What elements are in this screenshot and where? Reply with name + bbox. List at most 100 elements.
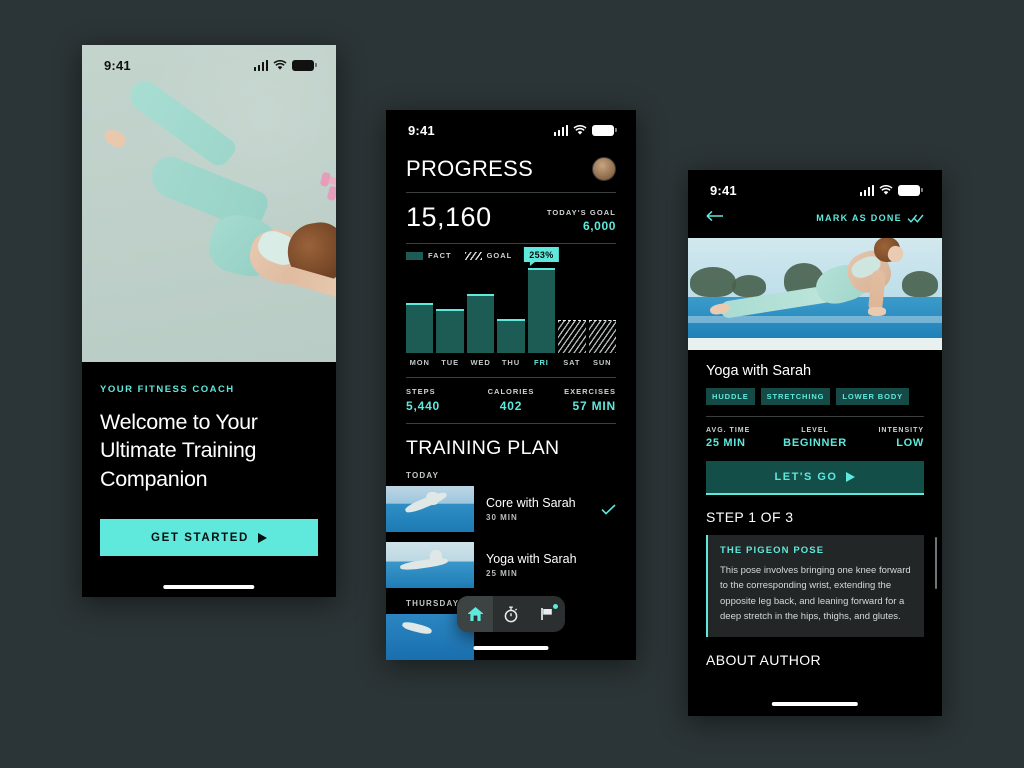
workout-name: Core with Sarah: [486, 496, 576, 510]
battery-icon: [898, 184, 923, 196]
home-indicator: [771, 702, 859, 706]
stats-row: STEPS 5,440 CALORIES 402 EXERCISES 57 MI…: [386, 378, 636, 423]
battery-icon: [292, 59, 317, 71]
tag-huddle[interactable]: HUDDLE: [706, 388, 755, 405]
chart-bar-cap: [497, 319, 525, 322]
figure-hand: [868, 307, 886, 316]
chart-x-label-thu: THU: [501, 358, 521, 368]
chart-bar-cap: [466, 293, 495, 296]
legend-item-goal: GOAL: [464, 251, 513, 260]
status-bar-time: 9:41: [710, 182, 737, 198]
bottom-navigation: [457, 596, 565, 632]
meta-label: AVG. TIME: [706, 427, 751, 434]
stat-label: CALORIES: [487, 387, 535, 397]
lets-go-label: LET'S GO: [774, 471, 838, 483]
stat-exercises: EXERCISES 57 MIN: [546, 387, 616, 413]
workout-hero-image: [688, 238, 942, 350]
hero-bush: [690, 267, 736, 298]
chart-bar-fact-region: [466, 294, 495, 354]
meta-value: BEGINNER: [783, 437, 847, 449]
list-item[interactable]: Core with Sarah 30 MIN: [386, 486, 636, 532]
arrow-left-icon: [706, 210, 723, 222]
notification-badge: [553, 604, 558, 609]
cellular-signal-icon: [253, 59, 268, 71]
wifi-icon: [879, 184, 893, 195]
play-triangle-icon: [846, 472, 856, 482]
chart-bar-goal-region: [558, 320, 586, 354]
stat-calories: CALORIES 402: [476, 387, 546, 413]
scrollbar[interactable]: [934, 537, 937, 589]
workout-detail-screen: 9:41 MARK AS DONE Yoga with Sarah HUDDLE…: [688, 170, 942, 716]
chart-bar-fact-region: [497, 320, 525, 354]
stat-value: 402: [499, 399, 523, 414]
workout-tags: HUDDLE STRETCHING LOWER BODY: [706, 388, 924, 405]
wifi-icon: [573, 124, 587, 135]
workout-duration: 30 MIN: [486, 513, 518, 522]
tag-lower-body[interactable]: LOWER BODY: [836, 388, 910, 405]
weekly-progress-chart: 253%: [386, 247, 636, 354]
flag-icon: [541, 608, 552, 620]
stat-value: 5,440: [406, 399, 441, 414]
workout-title: Yoga with Sarah: [706, 363, 812, 379]
pose-description: This pose involves bringing one knee for…: [720, 565, 911, 623]
chart-x-label-sat: SAT: [563, 358, 581, 368]
chart-bar-tue: [436, 269, 464, 354]
nav-timer-button[interactable]: [493, 596, 529, 632]
chart-bar-wed: [466, 269, 495, 354]
hero-bush: [902, 271, 938, 298]
pose-name: THE PIGEON POSE: [720, 545, 825, 556]
workout-thumbnail: [386, 486, 474, 532]
lets-go-button[interactable]: LET'S GO: [706, 461, 924, 495]
mockup-canvas: 9:41 YOUR FITNESS COACH Welcome to Your …: [0, 0, 1024, 768]
workout-duration: 25 MIN: [486, 569, 518, 578]
legend-label-fact: FACT: [428, 251, 452, 260]
get-started-button[interactable]: GET STARTED: [100, 519, 318, 557]
chart-bar-sat: [558, 269, 586, 354]
avatar[interactable]: [592, 157, 616, 181]
mark-as-done-button[interactable]: MARK AS DONE: [816, 213, 924, 223]
nav-goals-button[interactable]: [529, 596, 565, 632]
todays-goal-label: TODAY'S GOAL: [546, 208, 616, 217]
chart-value-tooltip: 253%: [524, 247, 559, 266]
nav-home-button[interactable]: [457, 596, 493, 632]
list-item[interactable]: Yoga with Sarah 25 MIN: [386, 542, 636, 588]
meta-intensity: INTENSITY LOW: [851, 427, 924, 449]
meta-avg-time: AVG. TIME 25 MIN: [706, 427, 779, 449]
home-indicator: [163, 585, 255, 589]
back-button[interactable]: [706, 210, 724, 226]
training-plan-title: TRAINING PLAN: [406, 437, 560, 459]
chart-bar-mon: [406, 269, 434, 354]
step-title: STEP 1 OF 3: [706, 509, 794, 525]
chart-x-label-sun: SUN: [592, 358, 612, 368]
wifi-icon: [273, 59, 287, 70]
meta-level: LEVEL BEGINNER: [779, 427, 852, 449]
status-bar-time: 9:41: [408, 122, 435, 138]
steps-today-value: 15,160: [406, 202, 492, 232]
legend-swatch-goal: [464, 251, 482, 260]
todays-goal-value: 6,000: [582, 219, 616, 233]
home-icon: [467, 607, 483, 621]
chart-x-label-mon: MON: [409, 358, 430, 368]
stat-label: STEPS: [406, 387, 436, 397]
chart-bar-thu: [497, 269, 525, 354]
workout-thumbnail: [386, 542, 474, 588]
figure-leg: [124, 75, 239, 171]
onboarding-kicker: YOUR FITNESS COACH: [100, 384, 235, 395]
play-triangle-icon: [257, 532, 267, 543]
chart-bar-goal-region: [588, 320, 616, 354]
chart-bar-cap: [436, 308, 464, 311]
meta-value: LOW: [896, 437, 925, 449]
about-author-title: ABOUT AUTHOR: [706, 651, 822, 668]
tag-stretching[interactable]: STRETCHING: [760, 388, 831, 405]
meta-label: LEVEL: [801, 427, 829, 434]
home-indicator: [473, 646, 549, 650]
status-bar: 9:41: [688, 170, 942, 204]
chart-bar-fri: 253%: [524, 247, 559, 354]
dumbbell-icon: [331, 189, 336, 204]
hero-bush: [732, 275, 766, 298]
stat-value: 57 MIN: [572, 399, 616, 414]
chart-bar-fact-region: [436, 309, 464, 354]
status-bar: 9:41: [386, 110, 636, 144]
onboarding-screen: 9:41 YOUR FITNESS COACH Welcome to Your …: [82, 45, 336, 597]
day-label-today: TODAY: [406, 471, 440, 480]
